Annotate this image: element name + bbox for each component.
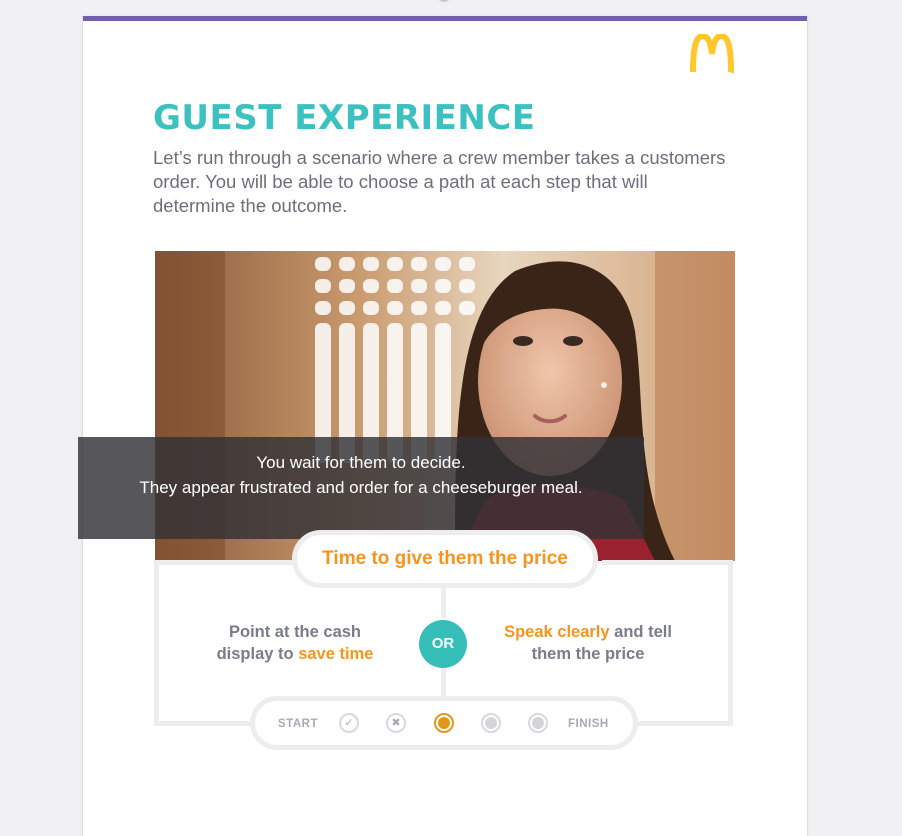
progress-tracker: START ✓ ✖ FINISH — [250, 696, 638, 750]
video-subtitle-box: You wait for them to decide. They appear… — [78, 437, 644, 539]
progress-finish-label: FINISH — [568, 718, 609, 730]
progress-step-3-current — [434, 713, 454, 733]
choice-right-line1-suffix: and tell — [609, 623, 672, 641]
diagram-left-border — [154, 560, 159, 726]
choice-left-highlight: save time — [298, 645, 374, 663]
dot-icon — [438, 717, 450, 729]
choice-left-line1: Point at the cash — [228, 623, 362, 641]
choice-left-line2-prefix: display to — [216, 645, 299, 663]
progress-step-1-completed: ✓ — [339, 713, 359, 733]
card-top-bar — [83, 16, 807, 21]
or-badge: OR — [419, 620, 467, 668]
dot-icon — [532, 717, 544, 729]
check-icon: ✓ — [344, 716, 354, 729]
diagram-center-top-line — [441, 588, 446, 618]
choice-point-at-display[interactable]: Point at the cash display to save time — [190, 621, 400, 665]
choice-right-line2: them the price — [531, 645, 645, 663]
progress-start-label: START — [278, 718, 318, 730]
dot-icon — [485, 717, 497, 729]
diagram-bottom-right-line — [632, 721, 733, 726]
diagram-top-left-line — [154, 560, 294, 565]
diagram-bottom-left-line — [154, 721, 254, 726]
caption-line-2: They appear frustrated and order for a c… — [139, 478, 583, 497]
choice-speak-clearly[interactable]: Speak clearly and tell them the price — [483, 621, 693, 665]
diagram-right-border — [728, 560, 733, 726]
x-icon: ✖ — [391, 716, 401, 729]
caption-line-1: You wait for them to decide. — [256, 453, 466, 472]
diagram-top-right-line — [602, 560, 733, 565]
golden-arches-logo — [690, 34, 734, 73]
progress-step-2-failed: ✖ — [386, 713, 406, 733]
scenario-prompt: Time to give them the price — [292, 530, 598, 588]
top-handle — [437, 0, 451, 2]
progress-step-5-upcoming — [528, 713, 548, 733]
choice-right-highlight: Speak clearly — [504, 623, 610, 641]
intro-text: Let’s run through a scenario where a cre… — [153, 147, 726, 216]
progress-step-4-upcoming — [481, 713, 501, 733]
page-title: GUEST EXPERIENCE — [153, 98, 536, 138]
